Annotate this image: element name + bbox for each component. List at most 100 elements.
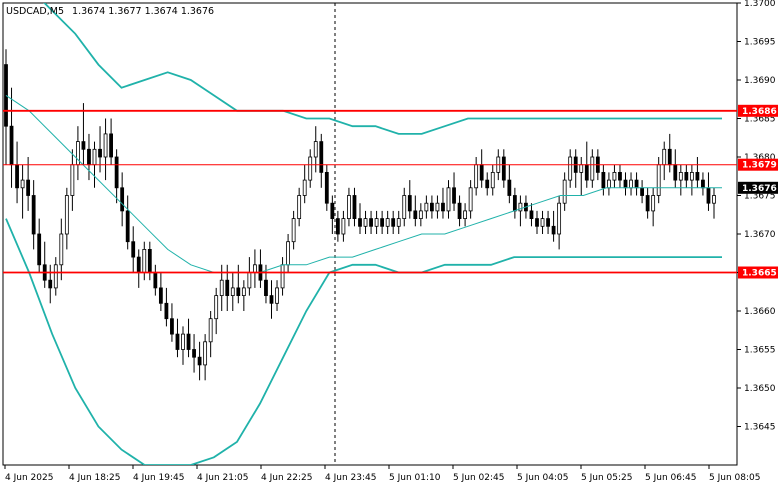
candle-body-down — [485, 179, 490, 189]
x-tick-label: 4 Jun 2025 — [5, 473, 53, 483]
candle-body-up — [280, 264, 285, 289]
candle-body-up — [59, 233, 64, 266]
candle-body-down — [109, 133, 113, 158]
candle-body-down — [551, 225, 556, 235]
candlestick-chart: 1.37001.36951.36901.36851.36801.36751.36… — [0, 0, 781, 489]
candle-body-up — [208, 318, 213, 343]
candle-body-down — [358, 218, 362, 227]
candle-body-down — [352, 195, 357, 220]
candle-body-up — [53, 264, 58, 289]
y-tick-label: 1.3690 — [744, 76, 776, 86]
candle-body-up — [291, 218, 296, 243]
candle-body-down — [380, 218, 385, 227]
y-tick-label: 1.3700 — [744, 0, 776, 9]
chart-title: USDCAD,M5 1.3674 1.3677 1.3674 1.3676 — [6, 6, 214, 17]
candle-body-down — [501, 156, 506, 181]
level-label: 1.3679 — [742, 161, 777, 171]
candle-body-down — [369, 218, 373, 227]
candle-body-up — [92, 148, 97, 166]
candle-body-up — [568, 156, 573, 181]
candle-body-up — [142, 248, 147, 273]
candle-body-up — [385, 218, 390, 227]
candle-body-down — [391, 218, 396, 227]
candle-body-up — [562, 179, 567, 204]
candle-body-down — [131, 241, 136, 258]
candle-body-down — [640, 187, 644, 196]
candle-body-down — [407, 195, 412, 212]
candle-body-up — [678, 171, 683, 181]
x-tick-label: 5 Jun 06:45 — [645, 473, 696, 483]
candle-body-down — [158, 287, 163, 304]
candle-body-up — [662, 148, 667, 166]
candle-body-down — [546, 218, 550, 227]
x-tick-label: 5 Jun 02:45 — [453, 473, 504, 483]
candle-body-down — [120, 187, 125, 212]
candle-body-down — [601, 171, 606, 189]
candle-body-up — [347, 195, 351, 220]
candle-body-up — [253, 264, 257, 273]
candle-body-down — [136, 256, 141, 273]
candle-body-up — [313, 141, 318, 158]
candle-body-up — [418, 210, 423, 219]
candle-body-up — [64, 195, 69, 235]
candle-body-up — [518, 202, 523, 212]
candle-body-down — [269, 295, 274, 304]
y-tick-label: 1.3695 — [744, 38, 776, 48]
candle-body-up — [308, 156, 313, 181]
level-label: 1.3686 — [742, 107, 777, 117]
candle-body-down — [98, 148, 102, 158]
candle-body-up — [247, 272, 252, 289]
candle-body-down — [618, 171, 622, 181]
y-tick-label: 1.3645 — [744, 423, 776, 433]
candle-body-up — [286, 241, 290, 266]
y-tick-label: 1.3655 — [744, 346, 776, 356]
candle-body-up — [651, 195, 656, 212]
candle-body-down — [706, 187, 711, 204]
candle-body-down — [584, 164, 589, 181]
candle-body-down — [153, 272, 158, 289]
candle-body-up — [607, 179, 611, 189]
candle-body-up — [402, 195, 407, 220]
candle-body-down — [667, 148, 672, 166]
candle-body-down — [684, 171, 689, 181]
candle-body-up — [612, 171, 617, 181]
candle-body-down — [4, 64, 8, 127]
candle-body-up — [275, 287, 279, 304]
candle-body-down — [9, 125, 14, 166]
candle-body-down — [264, 279, 268, 297]
candle-body-down — [170, 318, 174, 335]
candle-body-up — [374, 218, 379, 227]
candle-body-down — [175, 333, 180, 350]
candle-body-up — [490, 171, 495, 189]
candle-body-up — [219, 279, 224, 297]
candle-body-up — [468, 187, 473, 212]
candle-body-down — [529, 210, 534, 219]
candle-body-up — [396, 218, 401, 227]
candle-body-down — [15, 164, 19, 189]
candle-body-down — [192, 349, 196, 358]
x-tick-label: 4 Jun 18:25 — [69, 473, 120, 483]
candle-body-down — [324, 171, 329, 204]
candle-body-down — [335, 218, 340, 235]
candle-body-down — [48, 279, 53, 289]
candle-body-down — [31, 195, 36, 235]
candle-body-up — [363, 218, 368, 227]
candle-body-down — [319, 141, 324, 173]
candle-body-down — [186, 333, 191, 350]
x-tick-label: 4 Jun 19:45 — [133, 473, 184, 483]
candle-body-up — [241, 287, 246, 296]
candle-body-up — [341, 218, 346, 235]
candle-body-down — [225, 279, 230, 297]
candle-body-down — [623, 179, 628, 189]
candle-body-down — [164, 302, 169, 320]
candle-body-up — [424, 202, 429, 212]
candle-body-up — [629, 179, 633, 189]
candle-body-up — [579, 164, 584, 173]
candle-body-down — [330, 202, 335, 219]
x-tick-label: 5 Jun 08:05 — [709, 473, 760, 483]
candle-body-up — [70, 164, 75, 196]
candle-body-down — [645, 195, 650, 212]
candle-body-up — [214, 295, 219, 320]
candle-body-down — [507, 179, 512, 196]
candle-body-up — [20, 179, 25, 189]
